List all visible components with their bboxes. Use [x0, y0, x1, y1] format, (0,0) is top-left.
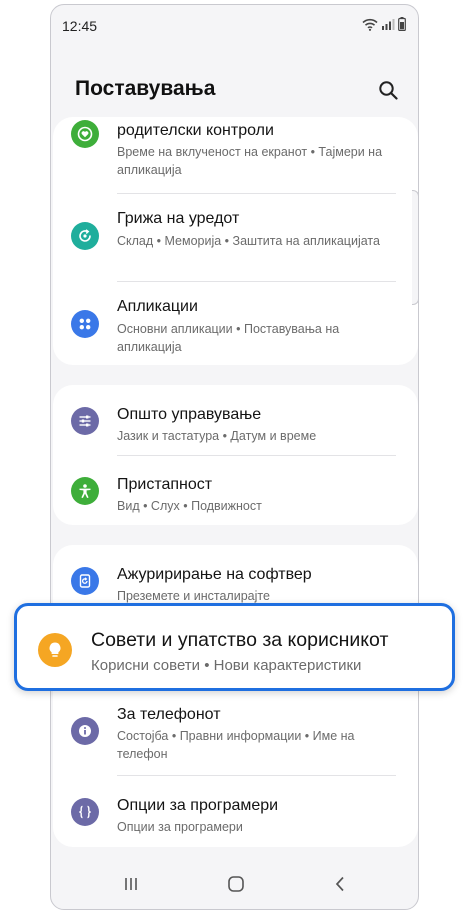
settings-group-2: Општо управување Јазик и тастатура • Дат… — [53, 385, 418, 525]
setting-subtitle: Состојба • Правни информации • Име на те… — [117, 729, 355, 761]
info-icon — [71, 717, 99, 745]
code-braces-icon — [71, 798, 99, 826]
sliders-icon — [71, 407, 99, 435]
wifi-icon — [362, 18, 378, 31]
setting-title: За телефонот — [117, 706, 221, 723]
settings-group-3: Ажуририрање на софтвер Преземете и инста… — [53, 545, 418, 847]
setting-about-phone[interactable]: За телефонот Состојба • Правни информаци… — [53, 695, 418, 765]
setting-developer-options[interactable]: Опции за програмери Опции за програмери — [53, 776, 418, 847]
phone-side-button — [412, 190, 419, 305]
back-icon — [335, 876, 344, 892]
setting-subtitle: Опции за програмери — [117, 820, 243, 834]
settings-group-1: родителски контроли Време на вклученост … — [53, 117, 418, 365]
home-button[interactable] — [221, 871, 251, 897]
setting-subtitle: Корисни совети • Нови карактеристики — [91, 657, 362, 674]
recent-apps-icon — [125, 878, 137, 890]
page-title: Поставувања — [75, 77, 216, 100]
update-icon — [71, 567, 99, 595]
signal-icon — [382, 19, 395, 30]
setting-title: Совети и упатство за корисникот — [91, 629, 389, 651]
setting-subtitle: Склад • Меморија • Заштита на апликација… — [117, 234, 380, 248]
apps-grid-icon — [71, 310, 99, 338]
setting-apps[interactable]: Апликации Основни апликации • Поставувањ… — [53, 282, 418, 365]
battery-icon — [398, 17, 406, 31]
setting-subtitle: Вид • Слух • Подвижност — [117, 499, 262, 513]
setting-general-management[interactable]: Општо управување Јазик и тастатура • Дат… — [53, 385, 418, 455]
recent-apps-button[interactable] — [116, 871, 146, 897]
back-button[interactable] — [325, 871, 355, 897]
setting-subtitle: Време на вклученост на екранот • Тајмери… — [117, 145, 383, 177]
setting-tips-user-manual[interactable]: Совети и упатство за корисникот Корисни … — [14, 603, 455, 691]
parental-heart-icon — [71, 120, 99, 148]
setting-parental-controls[interactable]: родителски контроли Време на вклученост … — [53, 117, 418, 193]
phone-frame: 12:45 Поставувања родителски контроли Вр… — [50, 4, 419, 910]
device-care-icon — [71, 222, 99, 250]
setting-title: Опции за програмери — [117, 797, 279, 814]
setting-accessibility[interactable]: Пристапност Вид • Слух • Подвижност — [53, 456, 418, 525]
setting-title: Грижа на уредот — [117, 210, 240, 227]
setting-title: родителски контроли — [117, 122, 274, 139]
status-time: 12:45 — [62, 18, 98, 34]
status-bar: 12:45 — [51, 5, 418, 45]
setting-software-update[interactable]: Ажуририрање на софтвер Преземете и инста… — [53, 545, 418, 605]
status-icons — [362, 17, 406, 31]
home-icon — [228, 876, 244, 892]
setting-title: Пристапност — [117, 476, 213, 493]
accessibility-person-icon — [71, 477, 99, 505]
search-button[interactable] — [375, 77, 401, 103]
setting-device-care[interactable]: Грижа на уредот Склад • Меморија • Зашти… — [53, 194, 418, 281]
setting-title: Апликации — [117, 298, 198, 315]
navigation-bar — [51, 859, 418, 909]
setting-subtitle: Јазик и тастатура • Датум и време — [117, 429, 317, 443]
setting-subtitle: Основни апликации • Поставувања на аплик… — [117, 322, 340, 354]
search-icon — [379, 81, 398, 100]
lightbulb-icon — [38, 633, 72, 667]
setting-title: Ажуририрање на софтвер — [117, 566, 312, 583]
setting-title: Општо управување — [117, 406, 262, 423]
